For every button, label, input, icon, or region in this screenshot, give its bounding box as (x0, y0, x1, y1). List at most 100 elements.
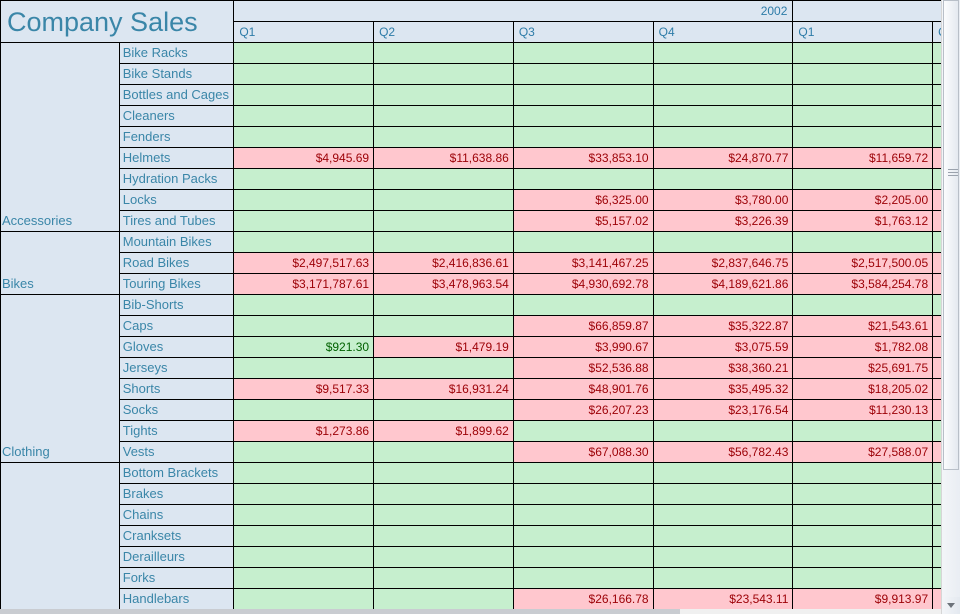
data-cell[interactable] (792, 294, 934, 316)
data-cell[interactable] (652, 84, 794, 106)
data-cell[interactable] (932, 42, 941, 64)
data-cell[interactable] (932, 336, 941, 358)
data-cell[interactable] (932, 315, 941, 337)
data-cell[interactable] (373, 357, 514, 379)
data-cell[interactable] (652, 63, 794, 85)
data-cell[interactable]: $26,207.23 (512, 399, 654, 421)
table-row[interactable]: Fenders (1, 126, 941, 148)
data-cell[interactable]: $25,691.75 (792, 357, 934, 379)
data-cell[interactable] (233, 315, 375, 337)
table-row[interactable]: Cranksets (1, 525, 941, 547)
row-item-label[interactable]: Locks (118, 189, 235, 211)
data-cell[interactable] (373, 63, 514, 85)
data-cell[interactable]: $52,536.88 (512, 357, 654, 379)
column-header-q4-2002[interactable]: Q4 (652, 21, 794, 43)
data-cell[interactable]: $23,176.54 (652, 399, 794, 421)
data-cell[interactable] (373, 231, 514, 253)
data-cell[interactable] (373, 210, 514, 232)
category-label-empty[interactable] (0, 462, 120, 614)
category-label-clothing[interactable]: Clothing (0, 294, 120, 463)
data-cell[interactable] (792, 42, 934, 64)
data-cell[interactable] (233, 105, 375, 127)
table-row[interactable]: Chains (1, 504, 941, 526)
data-cell[interactable]: $9,517.33 (233, 378, 375, 400)
table-row[interactable]: Accessories Bike Racks (0, 42, 941, 232)
sales-pivot-table[interactable]: Company Sales 2002 Q1 Q2 Q3 Q4 Q1 Q2 Acc… (0, 0, 941, 614)
column-header-q1-next[interactable]: Q1 (792, 21, 934, 43)
table-row[interactable]: Cleaners (1, 105, 941, 127)
scroll-down-arrow-icon[interactable] (942, 597, 960, 614)
column-header-q1-2002[interactable]: Q1 (233, 21, 375, 43)
data-cell[interactable] (652, 504, 794, 526)
data-cell[interactable]: $2,517,500.05 (792, 252, 934, 274)
data-cell[interactable]: $38,360.21 (652, 357, 794, 379)
data-cell[interactable] (652, 42, 794, 64)
data-cell[interactable] (233, 210, 375, 232)
data-cell[interactable]: $3,141,467.25 (512, 252, 654, 274)
table-row[interactable]: Bike Stands (1, 63, 941, 85)
row-item-label[interactable]: Caps (118, 315, 235, 337)
table-row[interactable]: Gloves $921.30 $1,479.19 $3,990.67 $3,075.59… (1, 336, 941, 358)
table-row[interactable]: Bikes Mountain Bikes (0, 231, 941, 295)
data-cell[interactable] (373, 105, 514, 127)
data-cell[interactable] (512, 483, 654, 505)
data-cell[interactable]: $3,780.00 (652, 189, 794, 211)
row-item-label[interactable]: Bottles and Cages (118, 84, 235, 106)
data-cell[interactable] (233, 126, 375, 148)
data-cell[interactable] (792, 168, 934, 190)
data-cell[interactable] (512, 462, 654, 484)
data-cell[interactable] (512, 42, 654, 64)
data-cell[interactable] (512, 63, 654, 85)
row-item-label[interactable]: Tires and Tubes (118, 210, 235, 232)
data-cell[interactable] (373, 483, 514, 505)
table-row[interactable]: Vests $67,088.30 $56,782.43 $27,588.07 (1, 441, 941, 463)
data-cell[interactable] (373, 462, 514, 484)
row-item-label[interactable]: Chains (118, 504, 235, 526)
data-cell[interactable] (233, 462, 375, 484)
horizontal-scrollbar[interactable] (0, 609, 941, 614)
row-item-label[interactable]: Touring Bikes (118, 273, 235, 295)
data-cell[interactable] (652, 567, 794, 589)
data-cell[interactable] (652, 168, 794, 190)
data-cell[interactable]: $26,166.78 (512, 588, 654, 610)
data-cell[interactable] (512, 105, 654, 127)
data-cell[interactable] (792, 525, 934, 547)
data-cell[interactable]: $11,638.86 (373, 147, 514, 169)
row-item-label[interactable]: Shorts (118, 378, 235, 400)
data-cell[interactable]: $1,782.08 (792, 336, 934, 358)
data-cell[interactable] (512, 546, 654, 568)
data-cell[interactable] (932, 84, 941, 106)
data-cell[interactable] (373, 168, 514, 190)
data-cell[interactable] (512, 294, 654, 316)
row-item-label[interactable]: Brakes (118, 483, 235, 505)
data-cell[interactable] (792, 231, 934, 253)
data-cell[interactable]: $2,205.00 (792, 189, 934, 211)
data-cell[interactable]: $2,416,836.61 (373, 252, 514, 274)
data-cell[interactable] (233, 441, 375, 463)
data-cell[interactable] (932, 63, 941, 85)
table-row[interactable]: Jerseys $52,536.88 $38,360.21 $25,691.75 (1, 357, 941, 379)
data-cell[interactable] (792, 126, 934, 148)
data-cell[interactable] (932, 588, 941, 610)
column-header-q3-2002[interactable]: Q3 (512, 21, 654, 43)
table-row[interactable]: Hydration Packs (1, 168, 941, 190)
row-item-label[interactable]: Bib-Shorts (118, 294, 235, 316)
table-row[interactable]: Shorts $9,517.33 $16,931.24 $48,901.76 $35,4… (1, 378, 941, 400)
table-row[interactable]: Derailleurs (1, 546, 941, 568)
row-item-label[interactable]: Derailleurs (118, 546, 235, 568)
data-cell[interactable]: $3,990.67 (512, 336, 654, 358)
data-cell[interactable] (233, 231, 375, 253)
data-cell[interactable]: $3,478,963.54 (373, 273, 514, 295)
data-cell[interactable] (512, 126, 654, 148)
data-cell[interactable] (512, 84, 654, 106)
data-cell[interactable] (932, 168, 941, 190)
column-header-q2-2002[interactable]: Q2 (373, 21, 514, 43)
row-item-label[interactable]: Gloves (118, 336, 235, 358)
data-cell[interactable] (233, 294, 375, 316)
data-cell[interactable]: $24,870.77 (652, 147, 794, 169)
row-item-label[interactable]: Helmets (118, 147, 235, 169)
data-cell[interactable] (652, 105, 794, 127)
category-label-bikes[interactable]: Bikes (0, 231, 120, 295)
data-cell[interactable]: $11,659.72 (792, 147, 934, 169)
data-cell[interactable] (792, 546, 934, 568)
